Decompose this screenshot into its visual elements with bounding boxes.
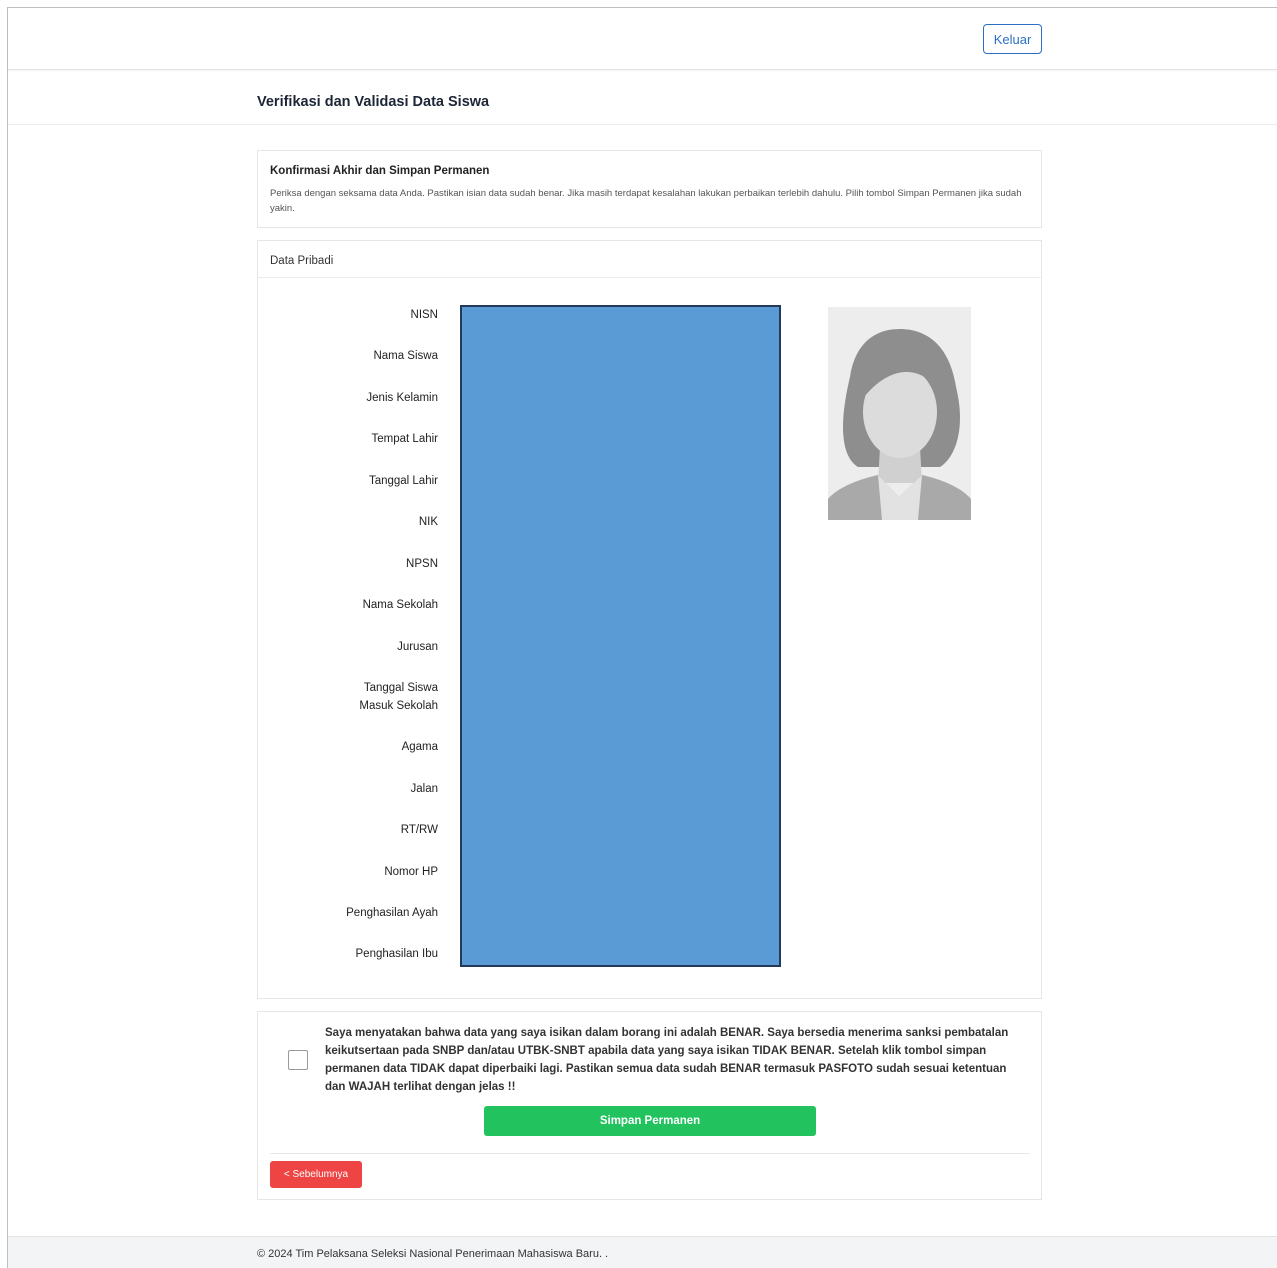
title-bar [8, 70, 1277, 125]
confirmation-card: Konfirmasi Akhir dan Simpan Permanen Per… [257, 150, 1042, 228]
redacted-values [460, 305, 781, 967]
agreement-card: Saya menyatakan bahwa data yang saya isi… [257, 1011, 1042, 1200]
personal-data-header: Data Pribadi [258, 241, 1041, 278]
field-label-agama: Agama [401, 741, 438, 753]
field-label-jurusan: Jurusan [397, 641, 438, 653]
footer: © 2024 Tim Pelaksana Seleksi Nasional Pe… [8, 1236, 1277, 1268]
field-label-nik: NIK [418, 516, 438, 528]
field-label-penghasilan-ayah: Penghasilan Ayah [346, 907, 438, 919]
divider [270, 1153, 1030, 1154]
field-label-tanggal-lahir: Tanggal Lahir [368, 475, 438, 487]
field-label-tanggal-masuk: Tanggal Siswa Masuk Sekolah [359, 682, 438, 712]
student-photo [828, 307, 971, 520]
previous-button[interactable]: < Sebelumnya [270, 1161, 362, 1188]
field-label-jalan: Jalan [410, 783, 439, 795]
save-permanent-button[interactable]: Simpan Permanen [484, 1106, 816, 1136]
field-label-jenis-kelamin: Jenis Kelamin [366, 392, 438, 404]
field-label-rt-rw: RT/RW [400, 824, 438, 836]
personal-data-card: Data Pribadi NISN Nama Siswa Jenis Kelam… [257, 240, 1042, 999]
field-label-penghasilan-ibu: Penghasilan Ibu [355, 948, 438, 960]
field-label-nisn: NISN [410, 309, 438, 321]
field-label-nomor-hp: Nomor HP [384, 866, 438, 878]
field-label-npsn: NPSN [406, 558, 438, 570]
field-label-tempat-lahir: Tempat Lahir [371, 433, 438, 445]
person-silhouette-icon [828, 307, 971, 520]
confirmation-description: Periksa dengan seksama data Anda. Pastik… [270, 188, 1022, 214]
agreement-checkbox[interactable] [288, 1050, 308, 1070]
footer-copyright: © 2024 Tim Pelaksana Seleksi Nasional Pe… [257, 1248, 609, 1260]
personal-data-title: Data Pribadi [270, 255, 334, 267]
confirmation-title: Konfirmasi Akhir dan Simpan Permanen [270, 165, 490, 177]
page-title: Verifikasi dan Validasi Data Siswa [257, 94, 490, 110]
agreement-text: Saya menyatakan bahwa data yang saya isi… [325, 1027, 1009, 1093]
field-label-nama-sekolah: Nama Sekolah [362, 599, 438, 611]
top-navbar [8, 8, 1277, 70]
field-label-nama-siswa: Nama Siswa [373, 350, 438, 362]
logout-button[interactable]: Keluar [983, 24, 1042, 54]
